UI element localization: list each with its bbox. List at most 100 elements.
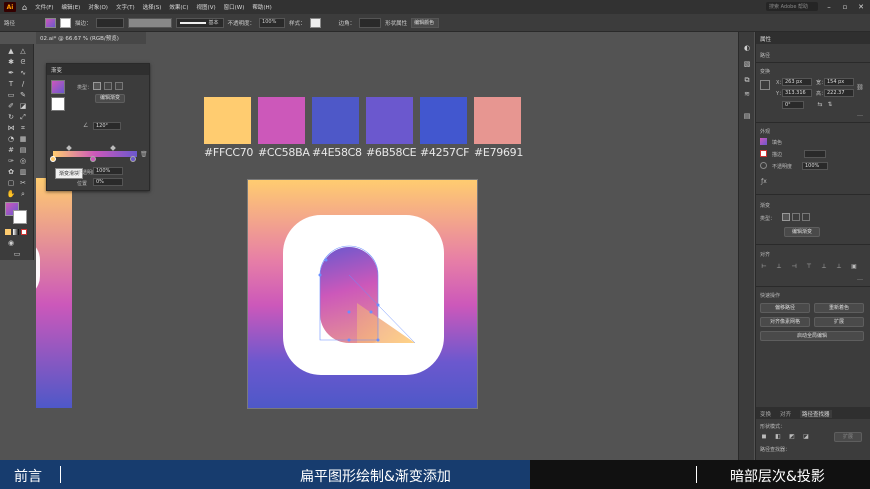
width-tool-icon[interactable]: ⋈ — [6, 124, 16, 133]
offset-path-button[interactable]: 偏移路径 — [760, 303, 810, 313]
free-transform-icon[interactable]: ⌗ — [18, 124, 28, 133]
draw-mode-icon[interactable]: ◉ — [6, 239, 16, 248]
icon-white-frame[interactable] — [283, 215, 444, 375]
width-field[interactable]: 154 px — [824, 78, 854, 86]
global-edit-button[interactable]: 启动全局编辑 — [760, 331, 864, 341]
type-tool-icon[interactable]: T — [6, 80, 16, 89]
x-field[interactable]: 263 px — [782, 78, 812, 86]
reference-point-icon[interactable] — [760, 80, 770, 90]
paintbrush-icon[interactable]: ✎ — [18, 91, 28, 100]
flip-vertical-icon[interactable]: ⇅ — [826, 101, 834, 109]
brush-definition[interactable]: 基本 — [175, 17, 224, 28]
close-icon[interactable]: ✕ — [856, 3, 866, 11]
menu-file[interactable]: 文件(F) — [35, 3, 53, 11]
curvature-tool-icon[interactable]: ∿ — [18, 69, 28, 78]
color-stop-start[interactable] — [50, 156, 56, 162]
zoom-tool-icon[interactable]: ⌕ — [18, 190, 28, 199]
menu-effect[interactable]: 效果(C) — [169, 3, 188, 11]
freeform-gradient-icon[interactable] — [115, 82, 123, 90]
rotate-field[interactable]: 0° — [782, 101, 804, 109]
graph-tool-icon[interactable]: ▥ — [18, 168, 28, 177]
delete-stop-icon[interactable]: 🗑 — [140, 151, 148, 158]
align-right-icon[interactable]: ⊣ — [790, 263, 798, 271]
corner-field[interactable] — [359, 17, 382, 28]
edit-gradient-button[interactable]: 编辑渐变 — [784, 227, 820, 237]
intersect-icon[interactable]: ◩ — [788, 433, 796, 441]
opacity-field[interactable]: 100% — [802, 162, 828, 170]
tab-align[interactable]: 对齐 — [780, 410, 791, 418]
align-vcenter-icon[interactable]: ⊥ — [820, 263, 828, 271]
align-left-icon[interactable]: ⊢ — [760, 263, 768, 271]
recolor-button[interactable]: 重新着色 — [814, 303, 864, 313]
artboard[interactable] — [247, 179, 478, 409]
maximize-icon[interactable]: ▫ — [840, 3, 850, 11]
screen-mode-icon[interactable]: ▭ — [12, 250, 22, 259]
magic-wand-icon[interactable]: ✱ — [6, 58, 16, 67]
opacity-field[interactable]: 100% — [259, 17, 286, 28]
blend-tool-icon[interactable]: ◎ — [18, 157, 28, 166]
mesh-tool-icon[interactable]: # — [6, 146, 16, 155]
variable-width-profile[interactable] — [127, 17, 172, 28]
menu-help[interactable]: 帮助(H) — [252, 3, 271, 11]
artboard-tool-icon[interactable]: ▢ — [6, 179, 16, 188]
pen-tool-icon[interactable]: ✒ — [6, 69, 16, 78]
document-tab[interactable]: 02.ai* @ 66.67 % (RGB/预览) — [36, 32, 146, 44]
expand-button[interactable]: 扩展 — [814, 317, 864, 327]
home-icon[interactable]: ⌂ — [22, 3, 27, 12]
align-to-icon[interactable]: ▣ — [850, 263, 858, 271]
tab-properties[interactable]: 属性 — [760, 35, 771, 43]
shape-builder-icon[interactable]: ◔ — [6, 135, 16, 144]
stroke-color-box[interactable] — [13, 210, 27, 224]
graphic-style-swatch[interactable] — [309, 17, 321, 28]
rotate-tool-icon[interactable]: ↻ — [6, 113, 16, 122]
layers-panel-icon[interactable]: ≋ — [742, 90, 752, 99]
color-stop-end[interactable] — [130, 156, 136, 162]
linear-gradient-icon[interactable] — [93, 82, 101, 90]
chapter-next[interactable]: 暗部层次&投影 — [730, 466, 825, 486]
unite-icon[interactable]: ◼ — [760, 433, 768, 441]
constrain-link-icon[interactable]: ⛓ — [856, 84, 864, 92]
hand-tool-icon[interactable]: ✋ — [6, 190, 16, 199]
align-top-icon[interactable]: ⊤ — [805, 263, 813, 271]
linear-gradient-icon[interactable] — [782, 213, 790, 221]
exclude-icon[interactable]: ◪ — [802, 433, 810, 441]
chapter-prev[interactable]: 前言 — [14, 466, 42, 486]
radial-gradient-icon[interactable] — [104, 82, 112, 90]
direct-selection-tool-icon[interactable]: △ — [18, 47, 28, 56]
flip-horizontal-icon[interactable]: ⇆ — [816, 101, 824, 109]
selection-tool-icon[interactable]: ▲ — [6, 47, 16, 56]
gradient-preview-swatch[interactable] — [51, 80, 65, 94]
edit-colors-button[interactable]: 编辑颜色 — [411, 17, 440, 28]
stop-opacity-field[interactable]: 100% — [93, 167, 123, 175]
stroke-swatch[interactable] — [60, 17, 72, 28]
color-mode-icon[interactable] — [5, 229, 11, 235]
chapter-current[interactable]: 扁平图形绘制&渐变添加 — [300, 466, 451, 486]
shape-properties-label[interactable]: 形状属性 — [385, 19, 407, 27]
scale-tool-icon[interactable]: ⤢ — [18, 113, 28, 122]
stop-location-field[interactable]: 0% — [93, 178, 123, 186]
tab-transform[interactable]: 变换 — [760, 410, 771, 418]
rectangle-tool-icon[interactable]: ▭ — [6, 91, 16, 100]
align-more-icon[interactable]: … — [856, 275, 864, 283]
symbol-sprayer-icon[interactable]: ✿ — [6, 168, 16, 177]
radial-gradient-icon[interactable] — [792, 213, 800, 221]
menu-view[interactable]: 视图(V) — [197, 3, 216, 11]
none-mode-icon[interactable] — [21, 229, 27, 235]
gradient-mode-icon[interactable] — [13, 229, 19, 235]
tab-pathfinder[interactable]: 路径查找器 — [800, 410, 832, 418]
stroke-swatch-small[interactable] — [760, 150, 767, 157]
line-tool-icon[interactable]: / — [18, 80, 28, 89]
image-trace-icon[interactable]: ▧ — [742, 60, 752, 69]
lasso-icon[interactable]: ᘓ — [18, 58, 28, 67]
minimize-icon[interactable]: – — [824, 3, 834, 11]
midpoint-diamond[interactable] — [66, 145, 72, 151]
stroke-weight-field[interactable] — [95, 17, 124, 28]
menu-object[interactable]: 对象(O) — [88, 3, 108, 11]
shaper-tool-icon[interactable]: ✐ — [6, 102, 16, 111]
gradient-stroke-swatch[interactable] — [51, 97, 65, 111]
fill-swatch[interactable] — [45, 17, 57, 28]
align-pixel-grid-button[interactable]: 对齐像素网格 — [760, 317, 810, 327]
swatches-panel-icon[interactable]: ▤ — [742, 112, 752, 121]
midpoint-diamond[interactable] — [110, 145, 116, 151]
angle-field[interactable]: 120° — [93, 122, 121, 130]
